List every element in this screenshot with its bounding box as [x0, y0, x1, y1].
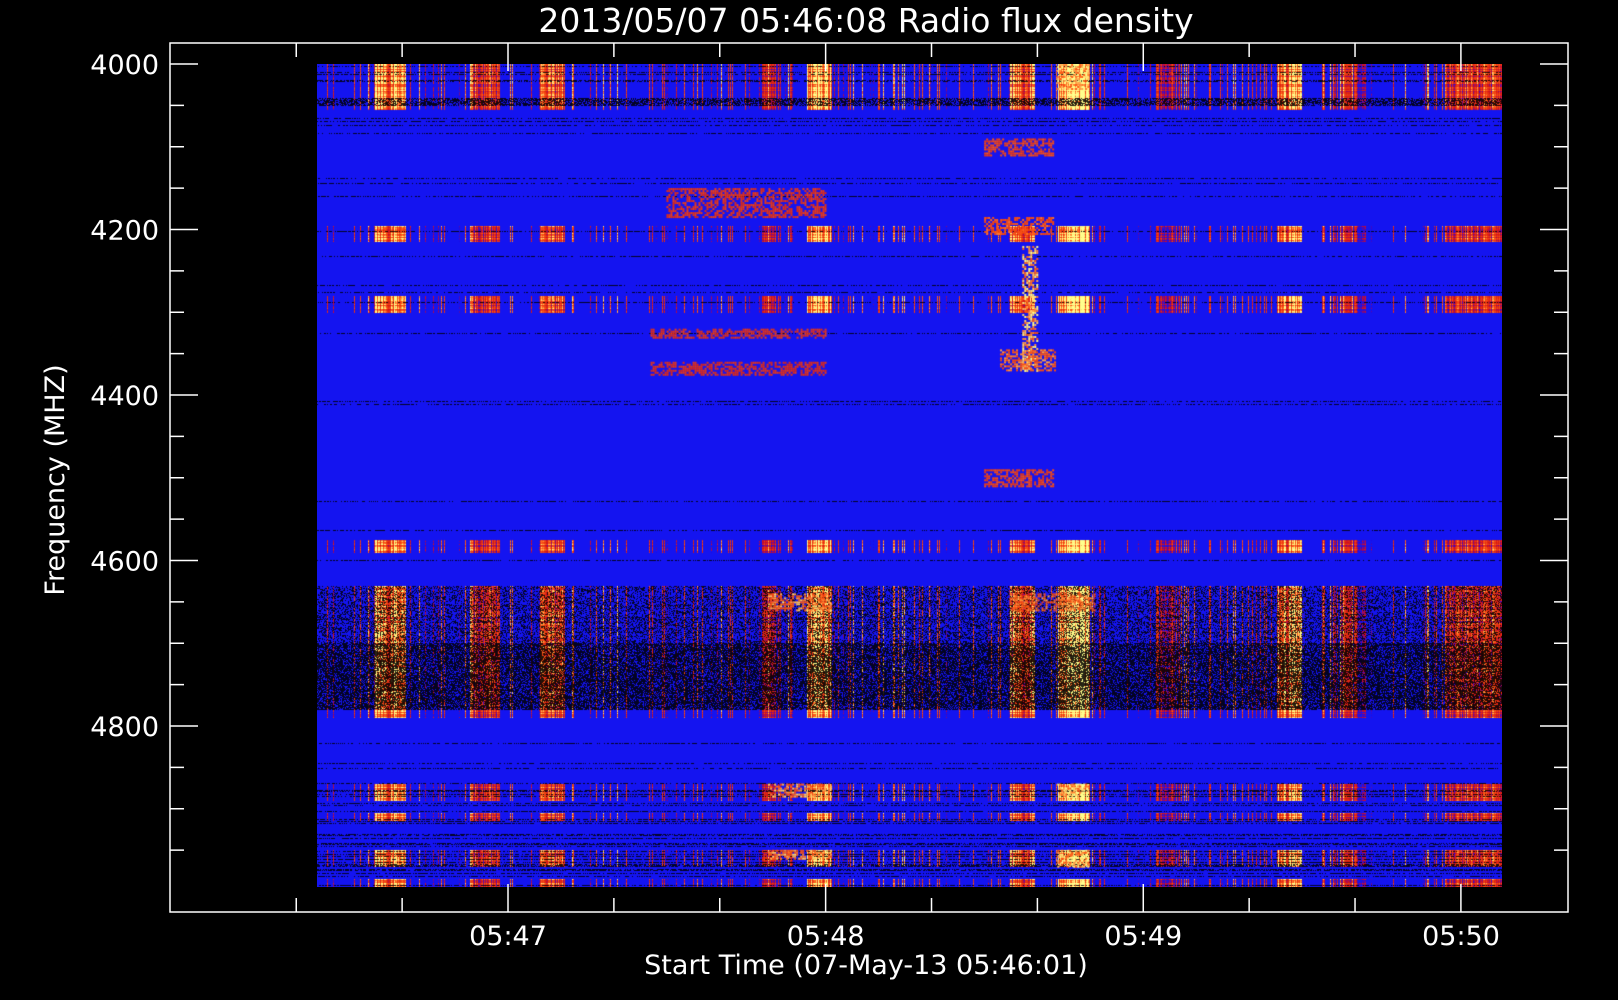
y-axis-label: Frequency (MHZ)	[40, 364, 71, 595]
y-tick-label: 4600	[90, 547, 159, 578]
y-tick-label: 4000	[90, 50, 159, 81]
y-tick-label: 4200	[90, 216, 159, 247]
y-tick-label: 4400	[90, 381, 159, 412]
x-tick-label: 05:50	[1422, 921, 1500, 952]
chart-title: 2013/05/07 05:46:08 Radio flux density	[538, 1, 1193, 40]
spectrogram-chart: 2013/05/07 05:46:08 Radio flux density 4…	[0, 0, 1618, 1000]
y-tick-label: 4800	[90, 712, 159, 743]
x-tick-label: 05:47	[469, 921, 547, 952]
x-tick-label: 05:48	[787, 921, 865, 952]
x-tick-label: 05:49	[1104, 921, 1182, 952]
x-axis-label: Start Time (07-May-13 05:46:01)	[644, 950, 1088, 981]
spectrogram-heatmap	[317, 64, 1502, 887]
